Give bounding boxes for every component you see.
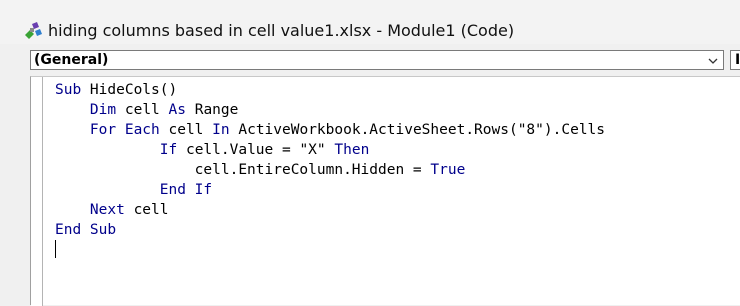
code-token: cell.EntireColumn.Hidden = — [55, 162, 431, 178]
code-keyword: For Each — [89, 122, 160, 138]
code-line[interactable]: For Each cell In ActiveWorkbook.ActiveSh… — [55, 120, 605, 140]
code-line[interactable]: Sub HideCols() — [55, 80, 605, 100]
code-keyword: True — [430, 162, 466, 178]
window-titlebar: hiding columns based in cell value1.xlsx… — [0, 0, 740, 44]
window-title: hiding columns based in cell value1.xlsx… — [48, 21, 515, 40]
code-keyword: Sub — [55, 82, 82, 98]
vba-module-icon — [22, 20, 44, 42]
code-editor[interactable]: Sub HideCols() Dim cell As Range For Eac… — [30, 76, 740, 306]
code-line[interactable]: cell.EntireColumn.Hidden = True — [55, 160, 605, 180]
code-token: cell — [116, 102, 169, 118]
code-token: ActiveWorkbook.ActiveSheet.Rows("8").Cel… — [229, 122, 606, 138]
code-token: cell — [159, 122, 213, 138]
procedure-dropdown-value: I — [735, 52, 740, 68]
code-line[interactable]: Dim cell As Range — [55, 100, 605, 120]
procedure-dropdown[interactable]: I — [730, 50, 740, 70]
code-toolbar: (General) I — [0, 44, 740, 76]
code-keyword: As — [168, 102, 186, 118]
code-token: cell — [124, 202, 169, 218]
code-token: Range — [185, 102, 239, 118]
object-dropdown-value: (General) — [34, 52, 109, 68]
chevron-down-icon[interactable] — [705, 53, 721, 67]
code-text[interactable]: Sub HideCols() Dim cell As Range For Eac… — [55, 80, 605, 240]
text-cursor — [55, 240, 56, 258]
margin-indicator-bar[interactable] — [31, 77, 43, 306]
code-keyword: Then — [334, 142, 370, 158]
code-line[interactable]: If cell.Value = "X" Then — [55, 140, 605, 160]
code-line[interactable]: Next cell — [55, 200, 605, 220]
object-dropdown[interactable]: (General) — [30, 50, 724, 70]
code-token: HideCols() — [81, 82, 178, 98]
code-line[interactable]: End Sub — [55, 220, 605, 240]
code-line[interactable]: End If — [55, 180, 605, 200]
code-keyword: If — [159, 142, 178, 158]
code-keyword: In — [212, 122, 230, 138]
code-keyword: Dim — [89, 102, 117, 118]
code-keyword: End If — [159, 182, 213, 198]
code-token: cell.Value = "X" — [177, 142, 335, 158]
code-keyword: End Sub — [55, 222, 117, 238]
code-keyword: Next — [89, 202, 125, 218]
